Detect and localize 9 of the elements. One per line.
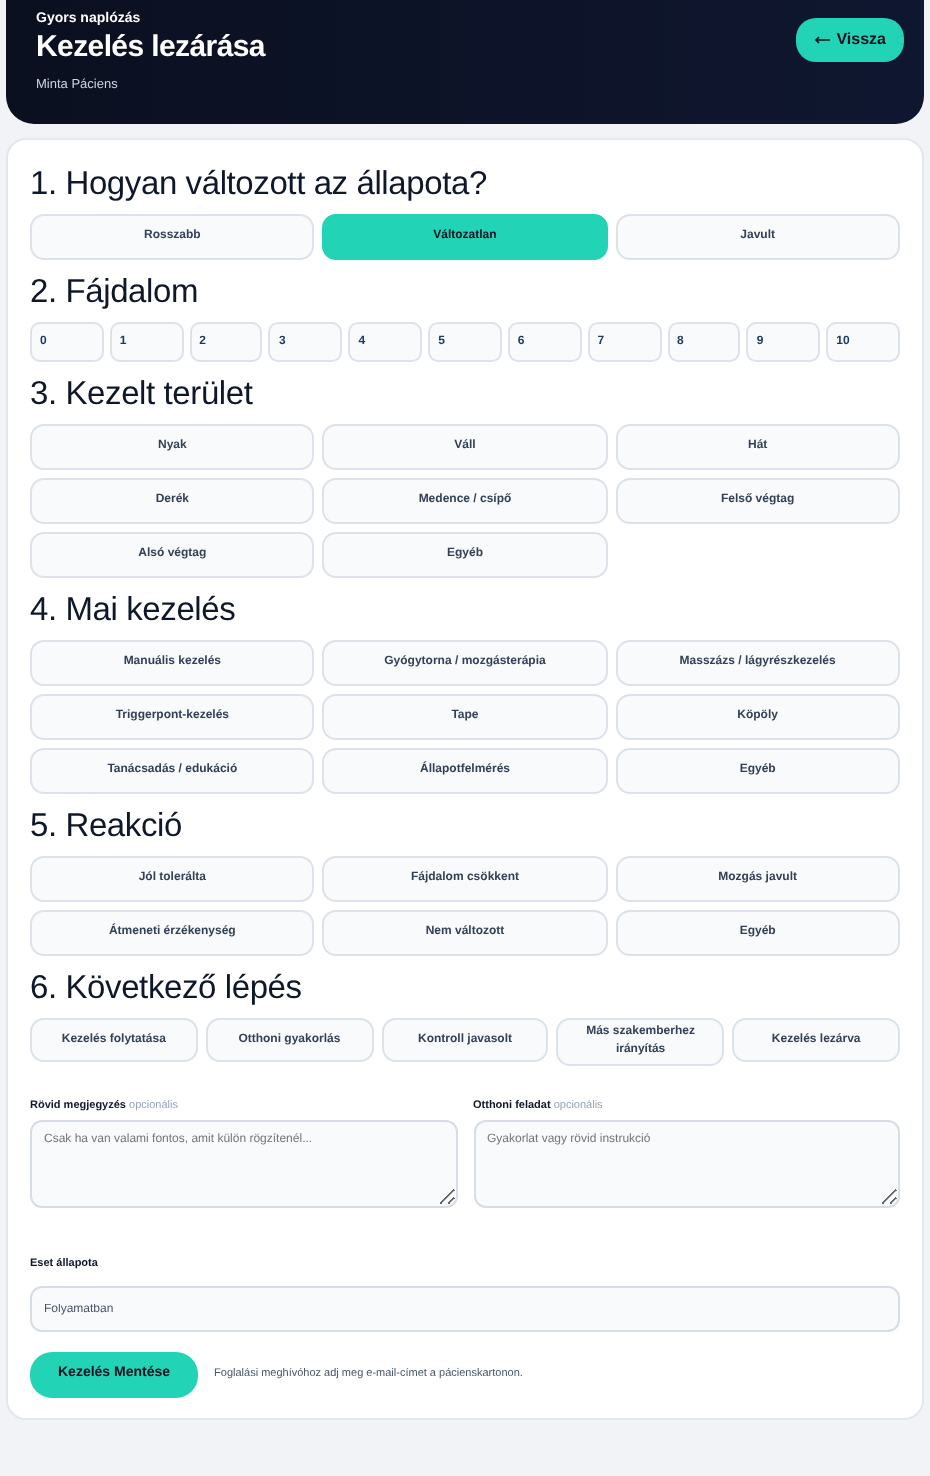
section-heading: 6. Következő lépés — [30, 968, 304, 1008]
section-heading: 2. Fájdalom — [30, 272, 201, 312]
arrow-left-icon — [814, 36, 831, 44]
section-heading: 4. Mai kezelés — [30, 590, 238, 630]
section-heading: 3. Kezelt terület — [30, 374, 255, 414]
back-button[interactable]: Vissza — [796, 18, 904, 62]
section-heading: 5. Reakció — [30, 806, 184, 846]
section-heading: 1. Hogyan változott az állapota? — [30, 164, 489, 204]
page-title: Kezelés lezárása — [36, 31, 265, 64]
